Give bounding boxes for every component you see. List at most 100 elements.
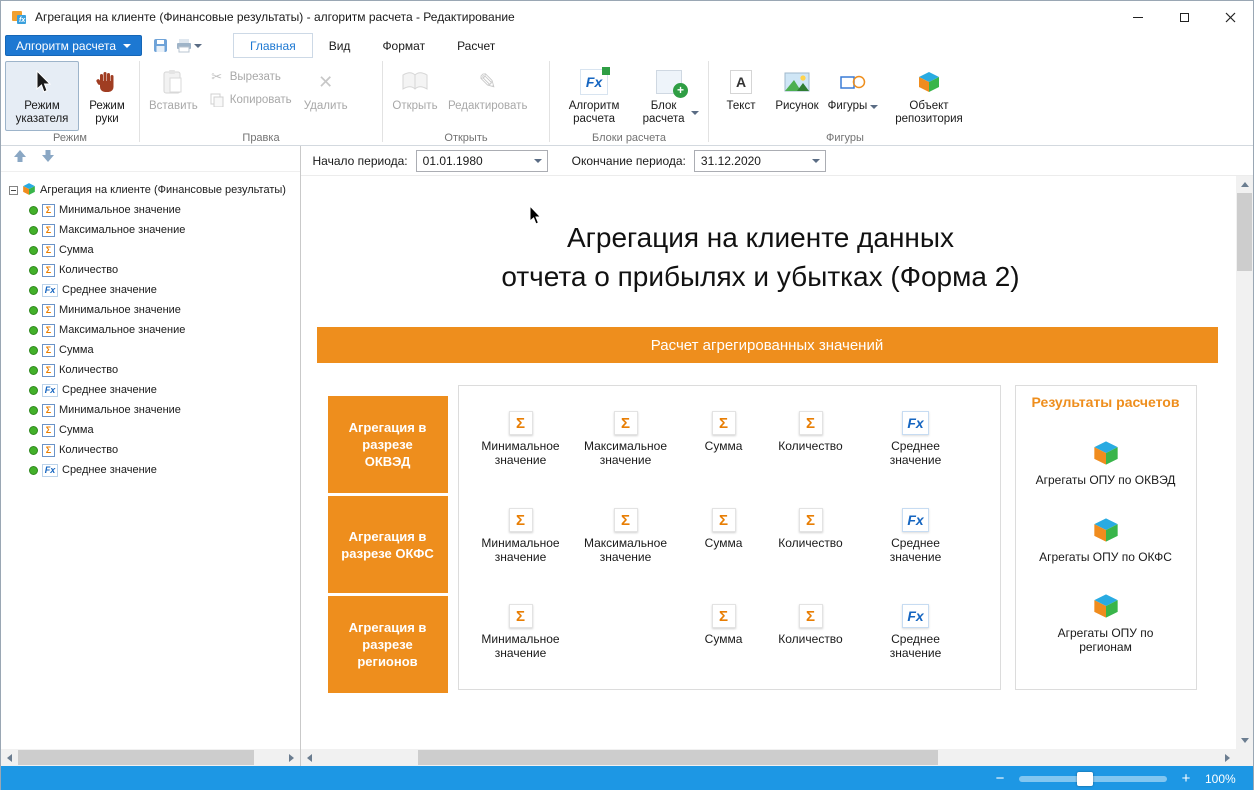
banner-block[interactable]: Расчет агрегированных значений xyxy=(317,327,1218,363)
collapse-icon[interactable] xyxy=(9,186,18,195)
move-up-button[interactable] xyxy=(13,149,27,168)
status-dot-icon xyxy=(29,366,38,375)
sigma-icon: Σ xyxy=(42,264,55,277)
ribbon-tabs: Главная Вид Формат Расчет xyxy=(233,33,511,58)
ribbon: Режим указателя Режим руки Режим Встав xyxy=(1,58,1253,146)
block-min-okved[interactable]: ΣМинимальное значение xyxy=(471,411,571,467)
diagram-canvas[interactable]: Агрегация на клиенте данных отчета о при… xyxy=(301,176,1253,749)
tree-item-11[interactable]: ΣМинимальное значение xyxy=(1,400,300,420)
pointer-mode-button[interactable]: Режим указателя xyxy=(5,61,79,131)
tree-toolbar xyxy=(1,146,300,172)
tree-item-12[interactable]: ΣСумма xyxy=(1,420,300,440)
save-button[interactable] xyxy=(150,38,171,53)
block-avg-okved[interactable]: FxСреднее значение xyxy=(866,411,966,467)
tree-horizontal-scrollbar[interactable] xyxy=(1,749,300,766)
pencil-icon: ✎ xyxy=(479,66,497,98)
tree-item-6[interactable]: ΣМинимальное значение xyxy=(1,300,300,320)
tree-item-3[interactable]: ΣСумма xyxy=(1,240,300,260)
block-max-okfs[interactable]: ΣМаксимальное значение xyxy=(576,508,676,564)
scroll-left-button[interactable] xyxy=(1,749,18,766)
canvas-horizontal-scrollbar[interactable] xyxy=(301,749,1253,766)
tree-item-10[interactable]: FxСреднее значение xyxy=(1,380,300,400)
tree-item-5[interactable]: FxСреднее значение xyxy=(1,280,300,300)
block-sum-okfs[interactable]: ΣСумма xyxy=(674,508,774,550)
result-regions[interactable]: Агрегаты ОПУ по регионам xyxy=(1036,592,1176,654)
diagram-title: Агрегация на клиенте данных отчета о при… xyxy=(361,218,1161,296)
zoom-in-button[interactable]: + xyxy=(1179,770,1193,787)
move-down-button[interactable] xyxy=(41,149,55,168)
scroll-thumb[interactable] xyxy=(418,750,938,765)
algorithm-block-label: Алгоритм расчета xyxy=(559,100,629,126)
zoom-slider-thumb[interactable] xyxy=(1077,772,1093,786)
block-count-okved[interactable]: ΣКоличество xyxy=(761,411,861,453)
block-count-okfs[interactable]: ΣКоличество xyxy=(761,508,861,550)
tab-glavnaya[interactable]: Главная xyxy=(233,33,313,58)
fx-algorithm-icon: Fx xyxy=(580,66,608,98)
scroll-left-button[interactable] xyxy=(301,749,318,766)
tree-item-4[interactable]: ΣКоличество xyxy=(1,260,300,280)
quick-access-toolbar xyxy=(150,38,205,53)
tree-item-label: Среднее значение xyxy=(62,284,157,296)
copy-button[interactable]: Копировать xyxy=(209,93,292,107)
tab-format[interactable]: Формат xyxy=(366,33,441,58)
block-label: Сумма xyxy=(705,536,743,550)
close-button[interactable] xyxy=(1207,1,1253,33)
group-block-regions[interactable]: Агрегация в разрезе регионов xyxy=(328,596,448,693)
period-start-select[interactable]: 01.01.1980 xyxy=(416,150,548,172)
scroll-thumb[interactable] xyxy=(1237,193,1252,271)
tree-item-8[interactable]: ΣСумма xyxy=(1,340,300,360)
scroll-right-button[interactable] xyxy=(283,749,300,766)
minimize-button[interactable] xyxy=(1115,1,1161,33)
tree-item-7[interactable]: ΣМаксимальное значение xyxy=(1,320,300,340)
algorithm-tree: Агрегация на клиенте (Финансовые результ… xyxy=(1,172,300,480)
block-sum-regions[interactable]: ΣСумма xyxy=(674,604,774,646)
result-okfs[interactable]: Агрегаты ОПУ по ОКФС xyxy=(1036,516,1176,564)
group-block-okved[interactable]: Агрегация в разрезе ОКВЭД xyxy=(328,396,448,493)
picture-shape-button[interactable]: Рисунок xyxy=(769,61,825,131)
tree-item-1[interactable]: ΣМинимальное значение xyxy=(1,200,300,220)
zoom-slider-track[interactable] xyxy=(1019,776,1167,782)
algorithm-menu-button[interactable]: Алгоритм расчета xyxy=(5,35,142,56)
block-min-regions[interactable]: ΣМинимальное значение xyxy=(471,604,571,660)
tab-raschet[interactable]: Расчет xyxy=(441,33,511,58)
scroll-down-button[interactable] xyxy=(1236,732,1253,749)
tree-item-9[interactable]: ΣКоличество xyxy=(1,360,300,380)
maximize-button[interactable] xyxy=(1161,1,1207,33)
cut-button[interactable]: ✂ Вырезать xyxy=(209,69,292,85)
group-block-okfs[interactable]: Агрегация в разрезе ОКФС xyxy=(328,496,448,593)
block-sum-okved[interactable]: ΣСумма xyxy=(674,411,774,453)
status-dot-icon xyxy=(29,326,38,335)
text-shape-button[interactable]: A Текст xyxy=(713,61,769,131)
canvas-vertical-scrollbar[interactable] xyxy=(1236,176,1253,749)
result-okved[interactable]: Агрегаты ОПУ по ОКВЭД xyxy=(1036,439,1176,487)
tab-vid[interactable]: Вид xyxy=(313,33,367,58)
scrollbar-corner xyxy=(1236,749,1253,766)
shapes-button[interactable]: Фигуры xyxy=(825,61,881,131)
tree-item-13[interactable]: ΣКоличество xyxy=(1,440,300,460)
print-button[interactable] xyxy=(173,38,205,53)
period-end-value: 31.12.2020 xyxy=(695,154,807,168)
block-avg-regions[interactable]: FxСреднее значение xyxy=(866,604,966,660)
zoom-out-button[interactable]: − xyxy=(993,770,1007,787)
delete-button[interactable]: ✕ Удалить xyxy=(298,61,354,131)
block-count-regions[interactable]: ΣКоличество xyxy=(761,604,861,646)
zoom-slider[interactable] xyxy=(1019,770,1167,788)
open-button[interactable]: Открыть xyxy=(387,61,443,131)
algorithm-block-button[interactable]: Fx Алгоритм расчета xyxy=(554,61,634,131)
tree-root-label: Агрегация на клиенте (Финансовые результ… xyxy=(40,184,286,196)
tree-root[interactable]: Агрегация на клиенте (Финансовые результ… xyxy=(1,180,300,200)
tree-item-14[interactable]: FxСреднее значение xyxy=(1,460,300,480)
edit-shape-button[interactable]: ✎ Редактировать xyxy=(443,61,532,131)
hand-mode-button[interactable]: Режим руки xyxy=(79,61,135,131)
repository-object-button[interactable]: Объект репозитория xyxy=(881,61,977,131)
scroll-thumb[interactable] xyxy=(18,750,254,765)
block-avg-okfs[interactable]: FxСреднее значение xyxy=(866,508,966,564)
tree-item-2[interactable]: ΣМаксимальное значение xyxy=(1,220,300,240)
period-end-select[interactable]: 31.12.2020 xyxy=(694,150,826,172)
block-max-okved[interactable]: ΣМаксимальное значение xyxy=(576,411,676,467)
scroll-up-button[interactable] xyxy=(1236,176,1253,193)
scroll-right-button[interactable] xyxy=(1219,749,1236,766)
paste-button[interactable]: Вставить xyxy=(144,61,203,131)
calc-block-button[interactable]: + Блок расчета xyxy=(634,61,704,131)
block-min-okfs[interactable]: ΣМинимальное значение xyxy=(471,508,571,564)
